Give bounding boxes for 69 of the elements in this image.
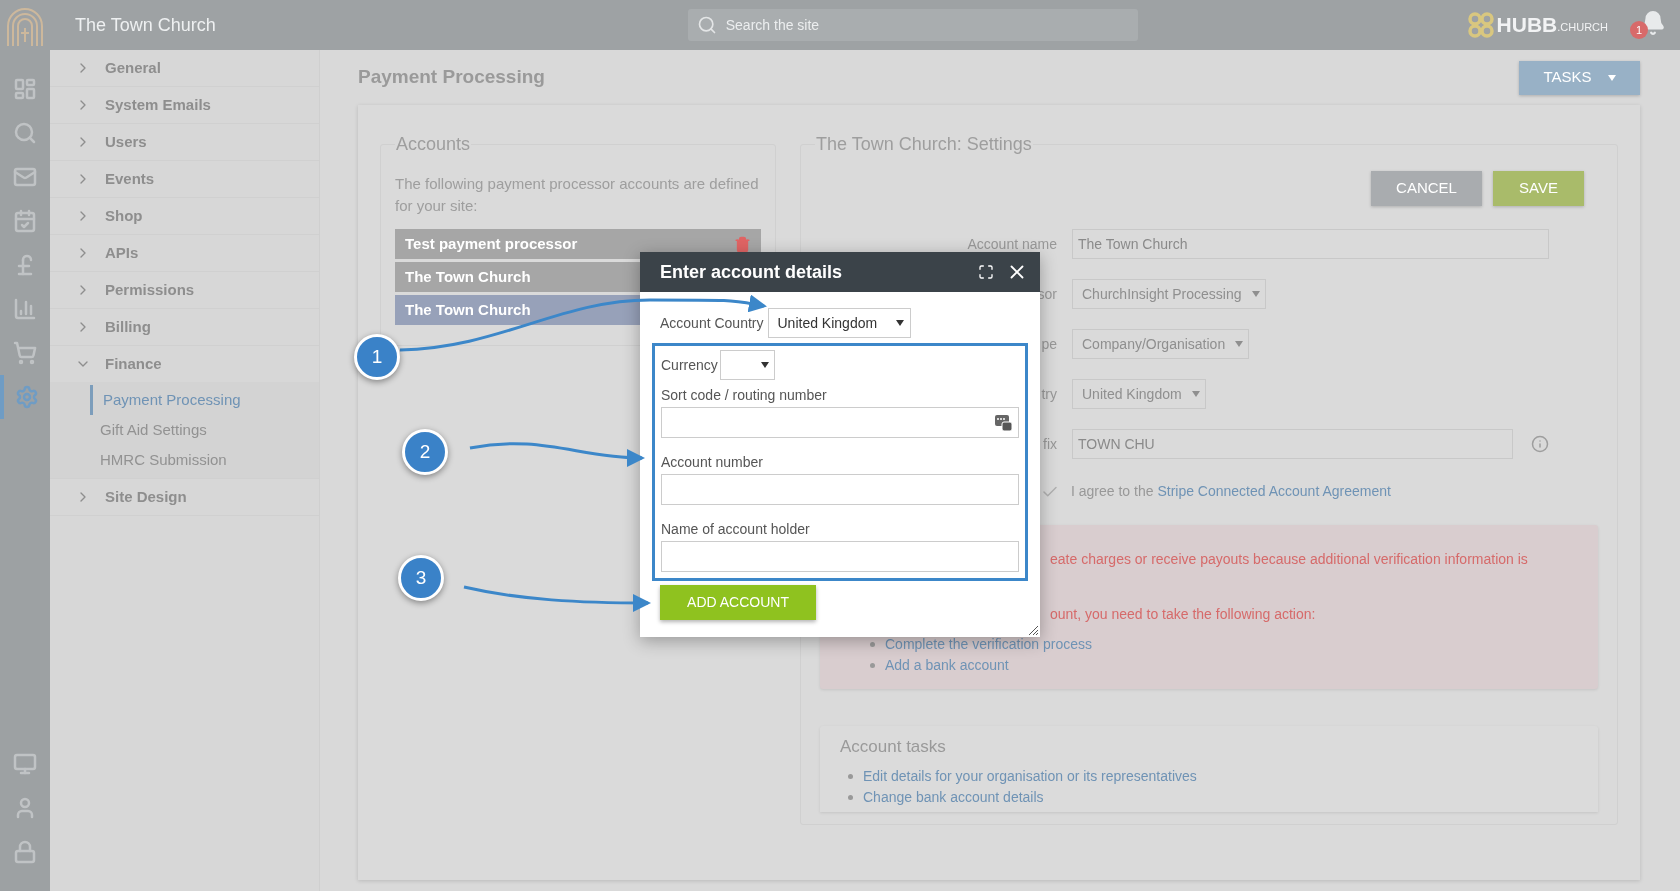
trash-icon[interactable] (734, 235, 751, 253)
task-link[interactable]: Change bank account details (863, 786, 1044, 808)
sidebar-item[interactable]: General (50, 50, 319, 86)
task-link[interactable]: Edit details for your organisation or its representatives (863, 765, 1197, 787)
select-field[interactable] (719, 350, 775, 380)
maximize-icon[interactable] (978, 264, 994, 280)
bullet-icon (848, 794, 853, 800)
text-field[interactable]: TOWN CHU (1072, 429, 1513, 459)
field-label: fix (1043, 434, 1057, 454)
sidebar-item[interactable]: Site Design (50, 479, 319, 515)
text-field[interactable]: The Town Church (1072, 229, 1549, 259)
select-field[interactable]: United Kingdom (1072, 379, 1206, 409)
accounts-description: The following payment processor accounts are defined for your site: (395, 174, 760, 216)
field-label: Currency (661, 356, 718, 374)
field-label: Account name (967, 234, 1057, 254)
bullet-icon (848, 773, 853, 779)
sidebar-subitem[interactable]: Gift Aid Settings (90, 415, 319, 445)
save-button[interactable]: SAVE (1493, 171, 1584, 206)
alert-text: ount, you need to take the following action: (1050, 605, 1317, 624)
site-name: The Town Church (75, 13, 216, 37)
sidebar-item[interactable]: Billing (50, 309, 319, 345)
tasks-button[interactable]: TASKS (1519, 60, 1640, 95)
cancel-button[interactable]: CANCEL (1371, 171, 1482, 206)
alert-link[interactable]: Add a bank account (885, 655, 1009, 676)
caret-icon (1191, 391, 1200, 397)
sidebar-item[interactable]: System Emails (50, 87, 319, 123)
alert-text: eate charges or receive payouts because additional verification information is (1050, 550, 1529, 569)
flower-logo-icon (1466, 12, 1495, 38)
search-field[interactable]: Search the site (687, 9, 1138, 41)
sidebar-item[interactable]: Events (50, 161, 319, 197)
input-field[interactable] (661, 541, 1019, 572)
panel-legend: The Town Church: Settings (815, 131, 1033, 158)
field-label: Name of account holder (661, 520, 811, 538)
input-field[interactable] (661, 407, 1019, 438)
field-label: Sort code / routing number (661, 386, 828, 404)
account-item[interactable]: Test payment processor (395, 229, 761, 259)
caret-icon (1251, 291, 1260, 297)
sidebar-item[interactable]: Users (50, 124, 319, 160)
notification-count: 1 (1630, 21, 1648, 39)
field-label: Account number (661, 453, 764, 471)
page-title: Payment Processing (358, 65, 545, 90)
select-field[interactable]: Company/Organisation (1072, 329, 1250, 359)
bullet-icon (870, 642, 875, 647)
caret-icon (895, 320, 904, 326)
field-label: pe (1041, 334, 1057, 354)
brand-name: HUBB (1496, 12, 1558, 39)
sidebar-item[interactable]: Permissions (50, 272, 319, 308)
input-field[interactable] (661, 474, 1019, 505)
sidebar-subitem[interactable]: HMRC Submission (90, 445, 319, 475)
bullet-icon (870, 663, 875, 668)
panel-legend: Accounts (395, 131, 472, 158)
agreement-link[interactable]: Stripe Connected Account Agreement (1157, 483, 1391, 499)
alert-link[interactable]: Complete the verification process (885, 634, 1092, 655)
tasks-title: Account tasks (840, 736, 947, 758)
caret-icon (760, 362, 769, 368)
sidebar-item[interactable]: APIs (50, 235, 319, 271)
resize-grip-icon[interactable] (1027, 624, 1039, 636)
search-icon (696, 15, 717, 35)
brand-suffix: .CHURCH (1557, 20, 1608, 36)
caret-icon (1235, 341, 1244, 347)
sidebar-subitem[interactable]: Payment Processing (90, 385, 319, 415)
field-label: try (1041, 384, 1057, 404)
info-icon[interactable] (1531, 435, 1549, 453)
sidebar-item[interactable]: Finance (50, 346, 319, 382)
caret-icon (1607, 74, 1616, 81)
select-field[interactable]: United Kingdom (767, 308, 911, 338)
sidebar-item[interactable]: Shop (50, 198, 319, 234)
add-account-button[interactable]: ADD ACCOUNT (660, 585, 816, 620)
select-field[interactable]: ChurchInsight Processing (1072, 279, 1266, 309)
